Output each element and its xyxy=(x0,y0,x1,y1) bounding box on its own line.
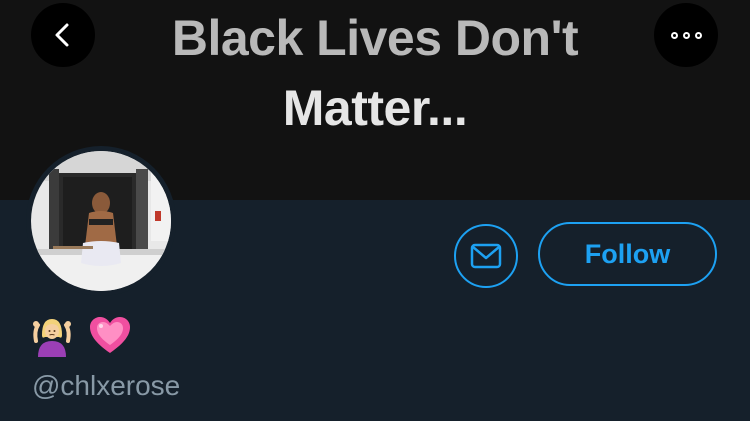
sparkling-heart-icon xyxy=(90,317,130,353)
bio-emojis xyxy=(30,315,132,357)
profile-handle: @chlxerose xyxy=(32,370,181,401)
message-button[interactable] xyxy=(454,224,518,288)
banner-caption-line1: Black Lives Don't xyxy=(171,10,579,66)
follow-button[interactable]: Follow xyxy=(538,222,717,286)
banner-caption: Black Lives Don't Matter... xyxy=(0,8,750,138)
back-button[interactable] xyxy=(31,3,95,67)
chevron-left-icon xyxy=(55,23,69,47)
banner-caption-line2: Matter... xyxy=(282,80,468,136)
more-options-button[interactable] xyxy=(654,3,718,67)
envelope-icon xyxy=(470,243,502,269)
person-shrugging-icon xyxy=(33,319,71,357)
avatar-photo xyxy=(31,151,171,291)
more-horizontal-icon xyxy=(670,31,702,39)
avatar[interactable] xyxy=(26,146,176,296)
